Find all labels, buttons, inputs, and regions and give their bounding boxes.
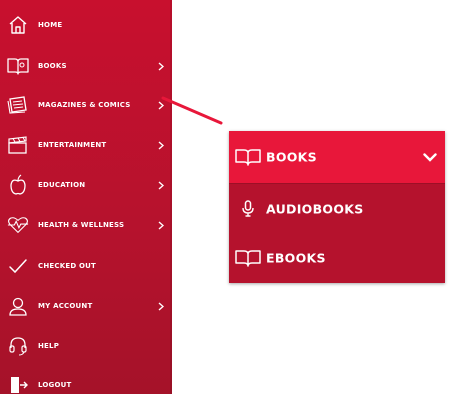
open-book-icon [235,147,261,167]
apple-icon [7,174,29,196]
books-dropdown-label: BOOKS [266,149,317,165]
dropdown-item-ebooks[interactable]: EBOOKS [229,234,445,282]
sidebar-item-label: EDUCATION [38,181,86,189]
dropdown-item-label: EBOOKS [266,250,326,266]
sidebar-item-my-account[interactable]: MY ACCOUNT [0,286,172,326]
sidebar-item-label: LOGOUT [38,381,72,389]
sidebar-item-label: HEALTH & WELLNESS [38,221,125,229]
chevron-right-icon [156,220,166,230]
sidebar-nav: HOME BOOKS MAGAZINES & COMICS ENTERTAINM… [0,0,172,394]
logout-icon [7,374,29,396]
chevron-right-icon [156,61,166,71]
sidebar-item-education[interactable]: EDUCATION [0,165,172,205]
sidebar-item-logout[interactable]: LOGOUT [0,365,172,405]
dropdown-item-label: AUDIOBOOKS [266,201,364,217]
sidebar-item-health-wellness[interactable]: HEALTH & WELLNESS [0,205,172,245]
sidebar-item-label: HELP [38,342,60,350]
chevron-right-icon [156,180,166,190]
connector-line [161,96,223,125]
magazine-icon [7,94,29,116]
chevron-right-icon [156,140,166,150]
user-icon [7,295,29,317]
open-book-icon [235,248,261,268]
book-icon [7,55,29,77]
sidebar-item-magazines-comics[interactable]: MAGAZINES & COMICS [0,85,172,125]
sidebar-item-checked-out[interactable]: CHECKED OUT [0,246,172,286]
sidebar-item-label: HOME [38,21,63,29]
dropdown-item-audiobooks[interactable]: AUDIOBOOKS [229,185,445,233]
chevron-right-icon [156,301,166,311]
sidebar-item-books[interactable]: BOOKS [0,46,172,86]
books-dropdown-panel: BOOKS AUDIOBOOKS EBOOKS [229,131,445,283]
home-icon [7,14,29,36]
heartbeat-icon [7,214,29,236]
sidebar-item-label: MY ACCOUNT [38,302,93,310]
sidebar-item-label: MAGAZINES & COMICS [38,101,131,109]
sidebar-item-home[interactable]: HOME [0,5,172,45]
sidebar-item-entertainment[interactable]: ENTERTAINMENT [0,125,172,165]
checkmark-icon [7,255,29,277]
chevron-down-icon[interactable] [422,149,438,165]
books-dropdown-header[interactable]: BOOKS [229,131,445,184]
sidebar-item-label: BOOKS [38,62,67,70]
microphone-icon [235,199,261,219]
sidebar-item-label: ENTERTAINMENT [38,141,107,149]
clapperboard-icon [7,134,29,156]
headset-icon [7,335,29,357]
sidebar-item-help[interactable]: HELP [0,326,172,366]
sidebar-item-label: CHECKED OUT [38,262,96,270]
